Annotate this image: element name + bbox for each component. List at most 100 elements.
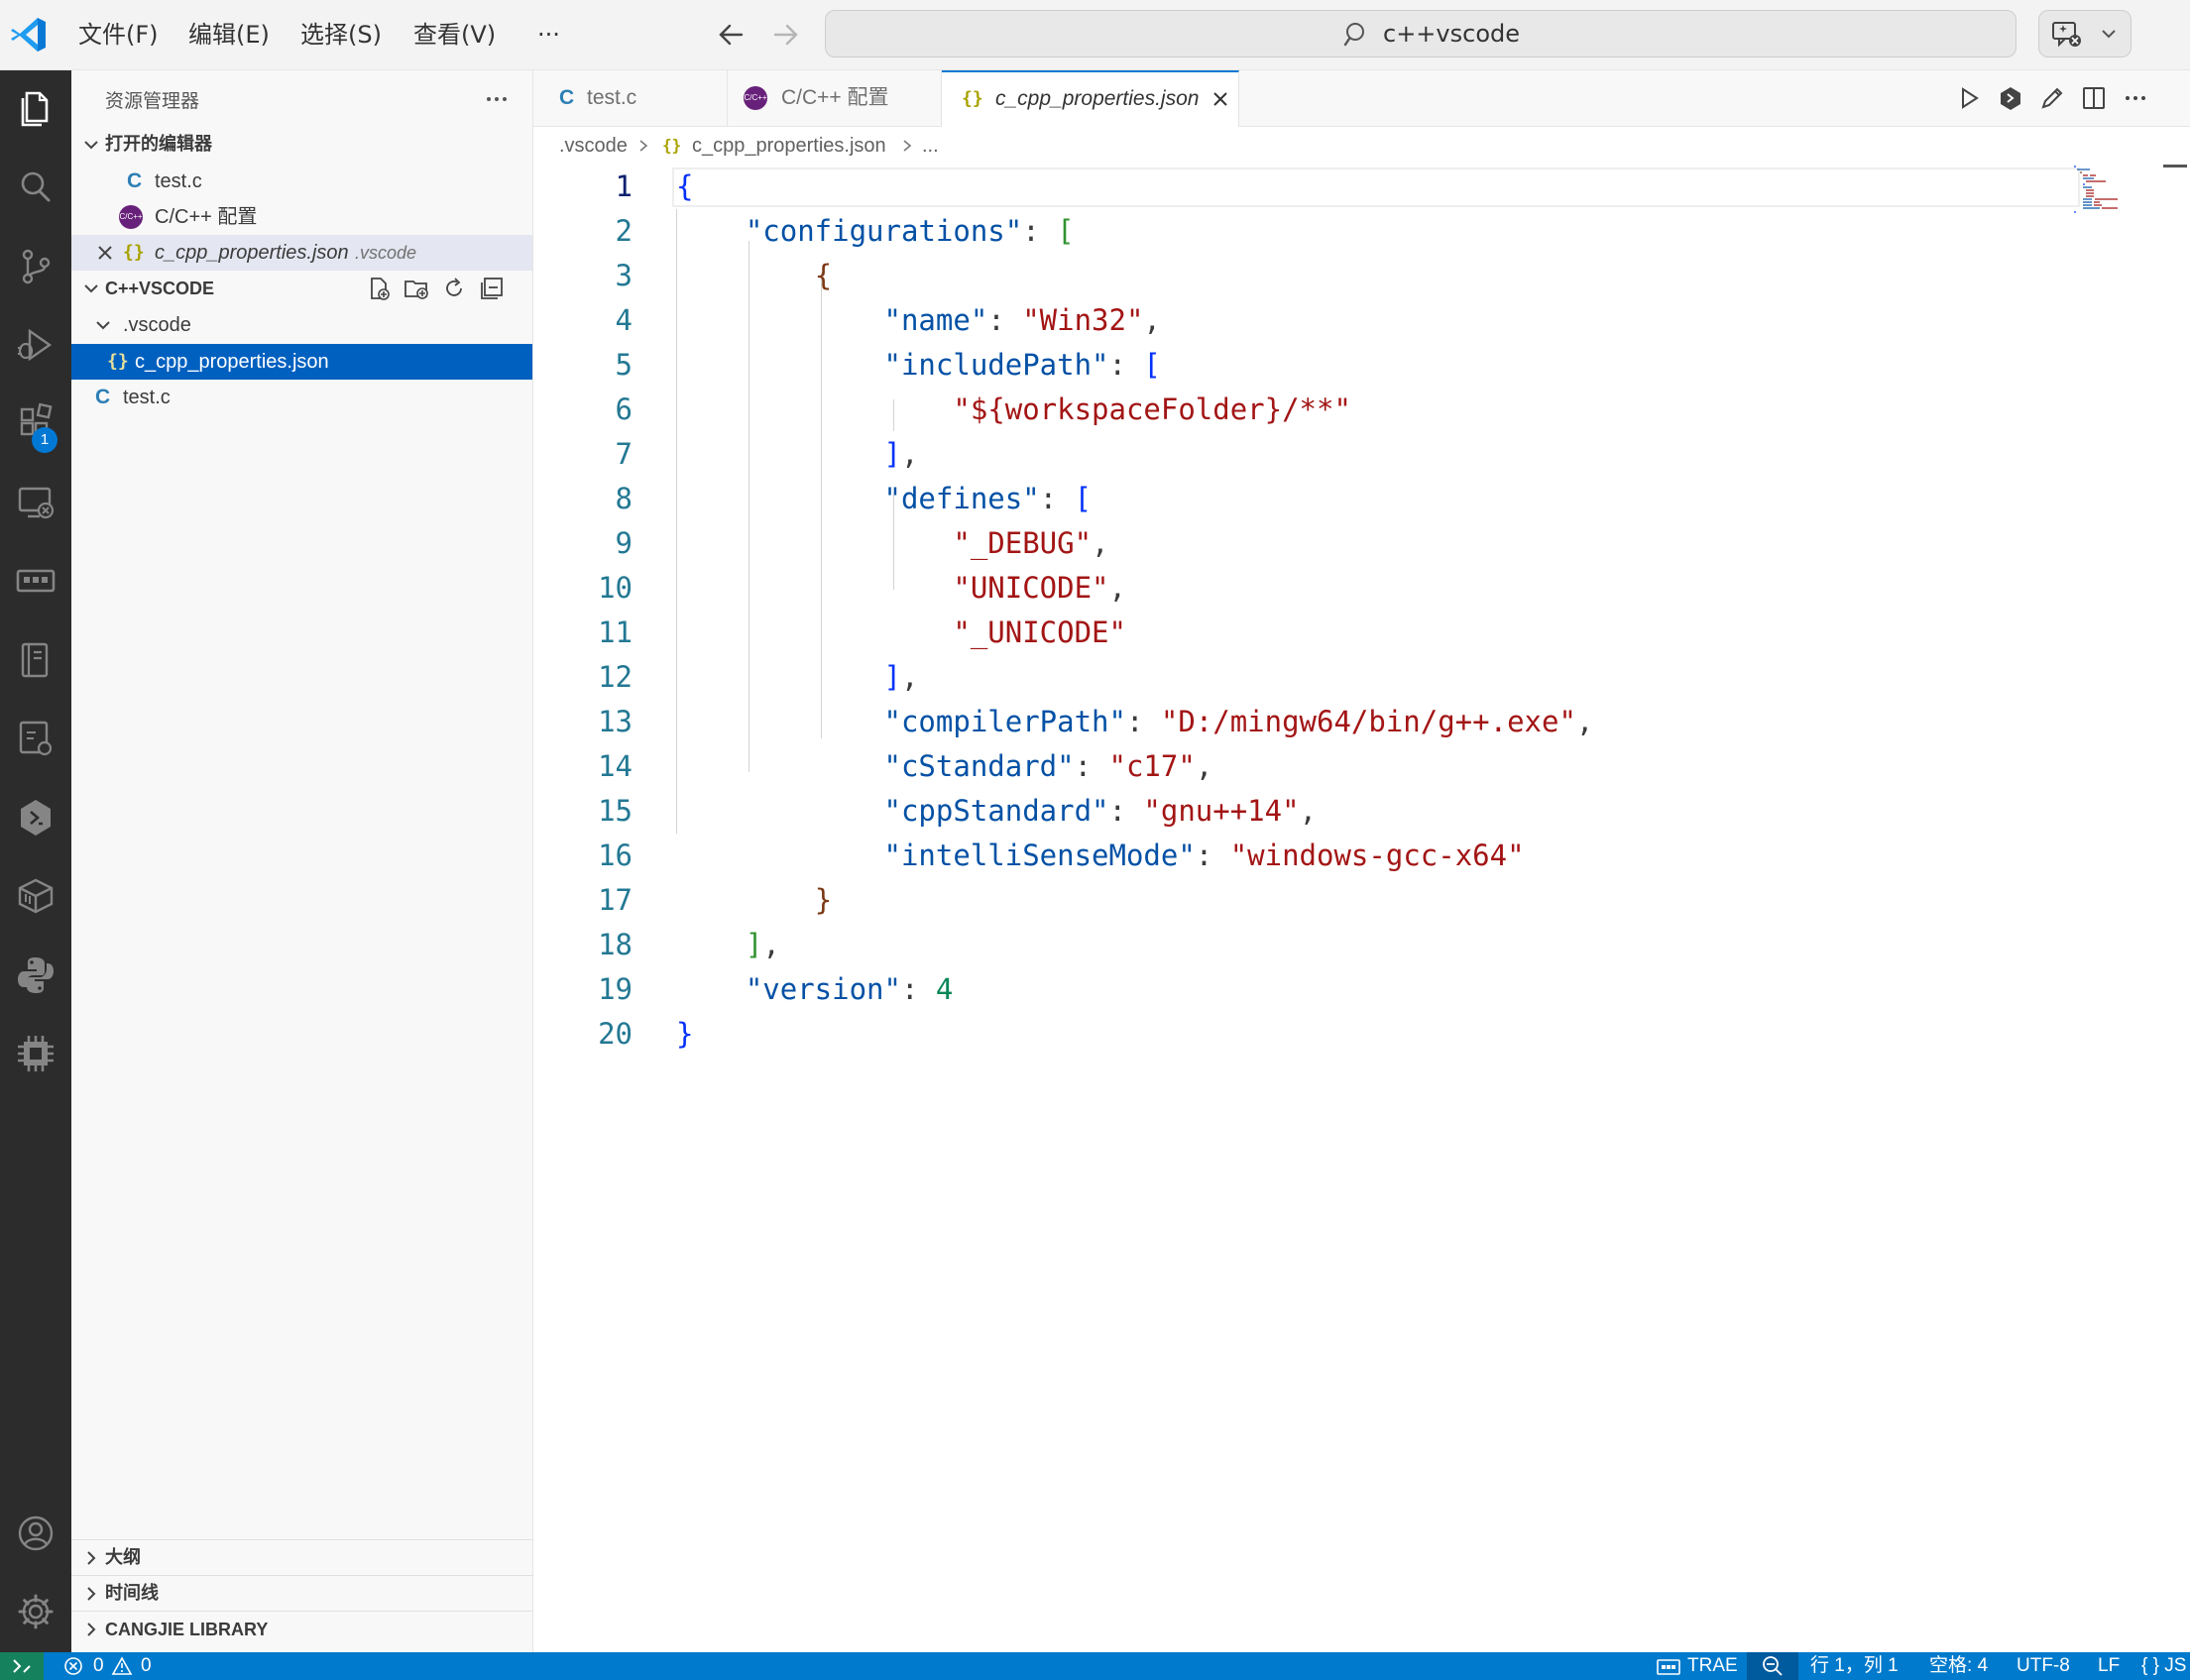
scrollbar-cursor-marker[interactable] — [2163, 165, 2187, 168]
arrow-right-icon[interactable] — [765, 18, 805, 52]
ports-icon[interactable] — [1656, 1658, 1681, 1676]
language-mode[interactable]: { } JS — [2141, 1652, 2186, 1680]
menu-more[interactable]: ··· — [537, 18, 560, 52]
folder-name: .vscode — [123, 314, 191, 336]
cangjie-library-section[interactable]: CANGJIE LIBRARY — [71, 1611, 533, 1647]
cangjie-action-icon[interactable] — [1995, 82, 2026, 114]
code-line: "${workspaceFolder}/**" — [953, 392, 1351, 426]
minimap[interactable] — [2072, 165, 2139, 214]
new-folder-icon[interactable] — [403, 275, 430, 302]
settings-gear-icon[interactable] — [12, 1588, 59, 1635]
code-line: "version": 4 — [745, 972, 954, 1006]
encoding[interactable]: UTF-8 — [2017, 1652, 2070, 1680]
account-icon[interactable] — [12, 1510, 59, 1557]
indentation[interactable]: 空格: 4 — [1929, 1652, 1988, 1680]
folder-vscode[interactable]: .vscode — [71, 307, 532, 343]
close-icon[interactable] — [93, 241, 117, 265]
error-icon[interactable] — [63, 1656, 83, 1676]
new-file-icon[interactable] — [365, 275, 393, 302]
warning-count[interactable]: 0 — [141, 1652, 152, 1680]
remote-indicator[interactable] — [0, 1652, 44, 1680]
warning-icon[interactable] — [111, 1656, 133, 1676]
zoom-indicator[interactable] — [1747, 1652, 1798, 1680]
code-editor[interactable]: 1 2 3 4 5 6 7 8 9 10 11 12 13 14 15 16 1… — [533, 165, 2159, 1651]
search-icon[interactable] — [12, 164, 59, 211]
open-editor-name: C/C++ 配置 — [155, 206, 258, 228]
command-center-search[interactable]: c++vscode — [825, 10, 2017, 57]
chevron-right-icon — [87, 1623, 96, 1636]
zoom-out-icon — [1763, 1656, 1783, 1676]
open-editor-desc: .vscode — [355, 243, 417, 263]
chevron-down-icon — [2102, 30, 2116, 39]
json-file-icon: {} — [123, 242, 145, 263]
line-number: 7 — [615, 437, 633, 471]
open-editor-item[interactable]: C/C++ C/C++ 配置 — [71, 199, 532, 235]
line-number: 4 — [615, 303, 633, 337]
chevron-right-icon — [87, 1551, 96, 1565]
python-icon[interactable] — [12, 952, 59, 999]
file-c-cpp-properties[interactable]: {} c_cpp_properties.json — [71, 344, 532, 380]
run-icon[interactable] — [1953, 82, 1985, 114]
more-actions-icon[interactable] — [482, 84, 512, 114]
code-line: { — [814, 259, 833, 292]
run-debug-icon[interactable] — [12, 321, 59, 369]
code-line: "compilerPath": "D:/mingw64/bin/g++.exe"… — [883, 705, 1594, 738]
c-file-icon: C — [559, 86, 575, 109]
chip-icon[interactable] — [12, 1030, 59, 1077]
tab-label: test.c — [587, 86, 637, 109]
workspace-label: C++VSCODE — [105, 279, 215, 298]
more-actions-icon[interactable] — [2120, 82, 2151, 114]
line-number: 9 — [615, 526, 633, 560]
cangjie-icon[interactable] — [12, 794, 59, 841]
collapse-all-icon[interactable] — [478, 275, 506, 302]
json-file-icon: {} — [107, 351, 129, 372]
breadcrumb-file[interactable]: c_cpp_properties.json — [692, 127, 886, 165]
outline-section[interactable]: 大纲 — [71, 1539, 533, 1576]
open-editors-section[interactable]: 打开的编辑器 — [71, 127, 533, 163]
vscode-logo-icon[interactable] — [8, 14, 50, 56]
chevron-down-icon — [96, 321, 110, 330]
remote-explorer-icon[interactable] — [12, 479, 59, 526]
close-icon[interactable] — [1210, 88, 1231, 110]
notebook-icon[interactable] — [12, 636, 59, 684]
error-count[interactable]: 0 — [93, 1652, 104, 1680]
edit-pencil-icon[interactable] — [2036, 82, 2068, 114]
tab-c-cpp-properties[interactable]: {} c_cpp_properties.json — [942, 70, 1239, 127]
refresh-icon[interactable] — [440, 275, 468, 302]
breadcrumb-folder[interactable]: .vscode — [559, 127, 628, 165]
cmake-icon[interactable] — [12, 715, 59, 762]
menu-edit[interactable]: 编辑(E) — [188, 18, 270, 52]
menu-selection[interactable]: 选择(S) — [300, 18, 382, 52]
open-editor-item[interactable]: C test.c — [71, 164, 532, 199]
code-line: "includePath": [ — [883, 348, 1161, 382]
timeline-section[interactable]: 时间线 — [71, 1575, 533, 1612]
source-control-icon[interactable] — [12, 243, 59, 290]
activity-bar: 1 — [0, 70, 71, 1652]
copilot-button[interactable] — [2038, 10, 2132, 57]
trae-status[interactable]: TRAE — [1687, 1652, 1738, 1680]
arrow-left-icon[interactable] — [712, 18, 751, 52]
end-of-line[interactable]: LF — [2098, 1652, 2120, 1680]
line-number: 20 — [598, 1017, 633, 1051]
file-test-c[interactable]: C test.c — [71, 380, 532, 415]
ports-icon[interactable] — [12, 557, 59, 605]
open-editors-label: 打开的编辑器 — [105, 134, 212, 155]
open-editor-item[interactable]: {} c_cpp_properties.json .vscode — [71, 235, 532, 271]
cursor-position[interactable]: 行 1，列 1 — [1810, 1652, 1899, 1680]
menu-view[interactable]: 查看(V) — [413, 18, 496, 52]
tab-cpp-config[interactable]: C/C++ C/C++ 配置 — [728, 70, 942, 126]
code-line: "defines": [ — [883, 482, 1093, 515]
package-icon[interactable] — [12, 872, 59, 920]
line-number: 15 — [598, 794, 633, 828]
breadcrumb-more[interactable]: ... — [922, 127, 939, 165]
outline-label: 大纲 — [105, 1547, 141, 1568]
cpp-config-icon: C/C++ — [744, 86, 767, 110]
files-icon[interactable] — [12, 85, 59, 133]
line-number: 18 — [598, 928, 633, 961]
tab-test-c[interactable]: C test.c — [533, 70, 728, 126]
menu-file[interactable]: 文件(F) — [78, 18, 159, 52]
chevron-right-icon — [87, 1587, 96, 1601]
line-number: 13 — [598, 705, 633, 738]
workspace-section[interactable]: C++VSCODE — [71, 271, 533, 306]
split-editor-icon[interactable] — [2078, 82, 2110, 114]
